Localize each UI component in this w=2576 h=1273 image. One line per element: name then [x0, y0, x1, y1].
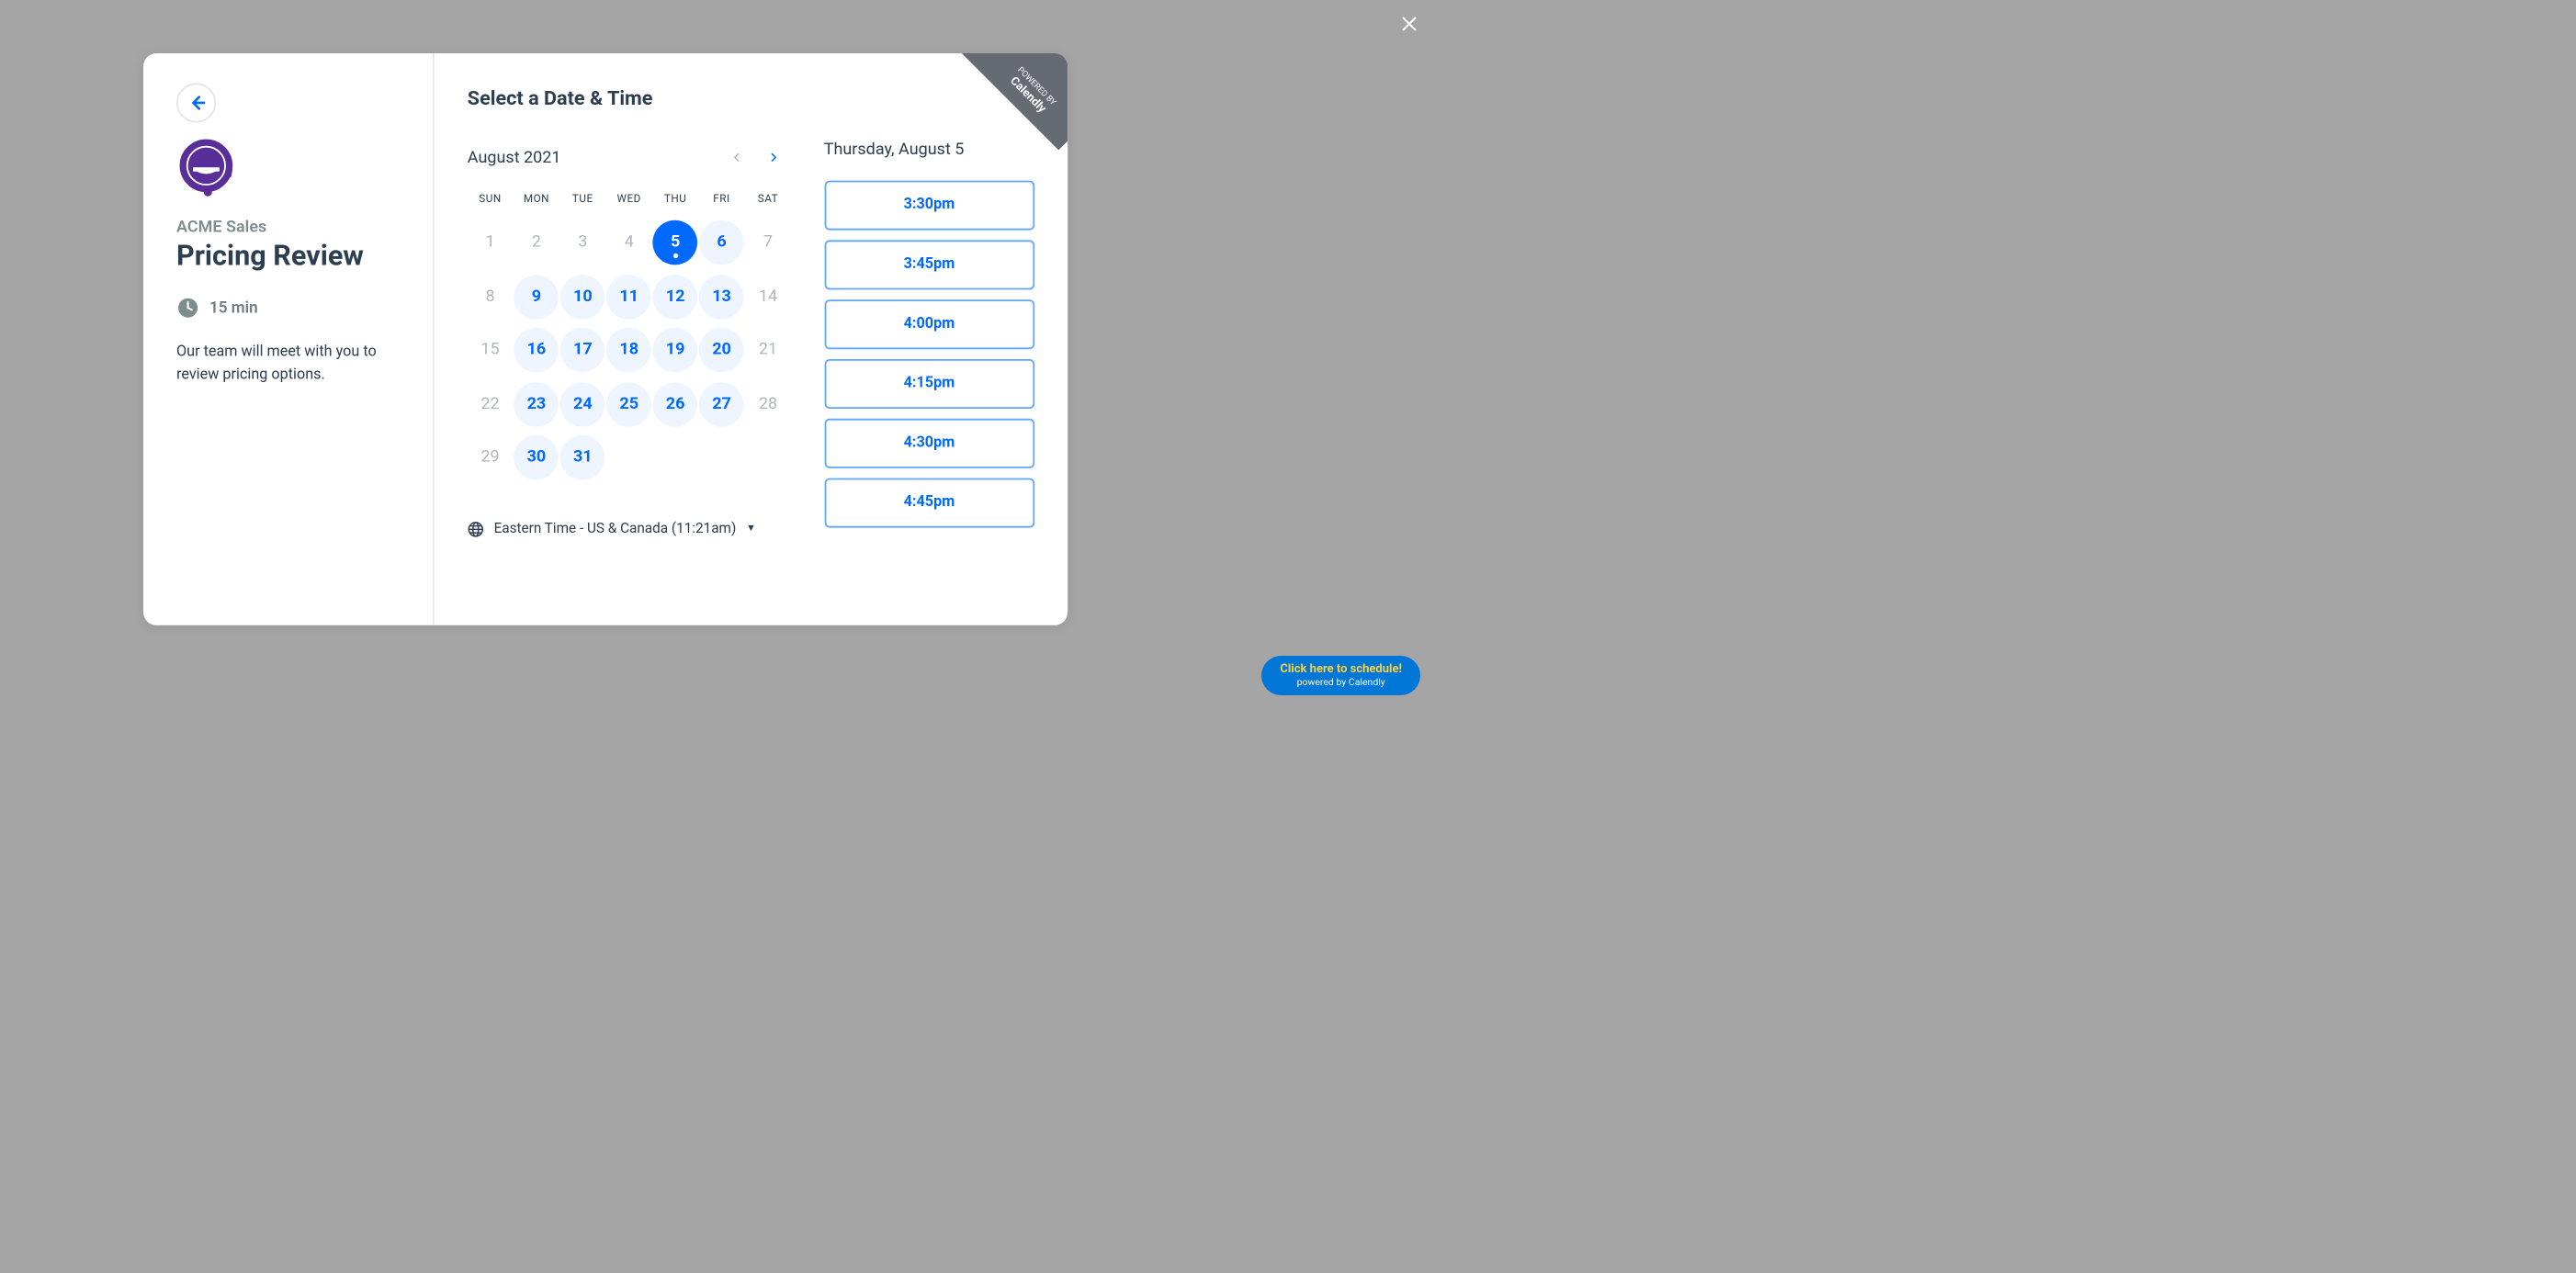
calendar-day: 4 [606, 220, 651, 265]
calendar-day[interactable]: 24 [560, 381, 605, 426]
clock-icon [176, 297, 199, 320]
calendar-day[interactable]: 11 [606, 274, 651, 319]
month-navigation: August 2021 [468, 140, 791, 176]
calendar-day: 3 [560, 220, 605, 265]
arrow-left-icon [185, 91, 208, 114]
time-slot-button[interactable]: 3:30pm [824, 181, 1035, 231]
calendar-day[interactable]: 13 [699, 274, 744, 319]
powered-by-corner[interactable]: POWERED BY Calendly [960, 53, 1068, 159]
avatar-icon [176, 136, 243, 202]
time-slots-section: Thursday, August 5 3:30pm3:45pm4:00pm4:1… [824, 86, 1035, 592]
calendar-day[interactable]: 12 [653, 274, 698, 319]
close-icon [1398, 13, 1420, 35]
chevron-left-icon [729, 151, 742, 163]
calendar-day: 7 [746, 220, 791, 265]
dow-header: THU [652, 192, 698, 215]
dow-header: TUE [560, 192, 606, 215]
timezone-selector[interactable]: Eastern Time - US & Canada (11:21am) ▼ [468, 521, 791, 537]
calendar-day[interactable]: 27 [699, 381, 744, 426]
chevron-right-icon [766, 151, 779, 163]
dow-header: WED [606, 192, 652, 215]
company-name: ACME Sales [176, 219, 400, 237]
chevron-down-icon: ▼ [746, 523, 756, 535]
duration-label: 15 min [209, 299, 258, 317]
company-avatar [176, 136, 243, 202]
calendar-day: 22 [468, 381, 513, 426]
globe-icon [468, 521, 484, 537]
time-slot-button[interactable]: 4:45pm [824, 479, 1035, 528]
calendar-day: 14 [746, 274, 791, 319]
date-time-panel: Select a Date & Time August 2021 SUNMONT… [435, 53, 1068, 625]
time-slot-button[interactable]: 4:15pm [824, 359, 1035, 409]
dow-header: FRI [699, 192, 745, 215]
event-duration: 15 min [176, 297, 400, 320]
dow-header: MON [514, 192, 559, 215]
timezone-label: Eastern Time - US & Canada (11:21am) [494, 521, 737, 537]
calendar-day: 21 [746, 328, 791, 373]
close-button[interactable] [1398, 13, 1420, 35]
panel-title: Select a Date & Time [468, 86, 791, 109]
time-slots-list: 3:30pm 3:45pm 4:00pm 4:15pm 4:30pm 4:45pm [824, 181, 1035, 528]
prev-month-button[interactable] [718, 140, 755, 176]
powered-brand: Calendly [988, 55, 1068, 135]
calendar-day: 2 [514, 220, 559, 265]
calendar-day[interactable]: 6 [699, 220, 744, 265]
calendar-day: 1 [468, 220, 513, 265]
cta-subtitle: powered by Calendly [1280, 676, 1402, 688]
time-slot-button[interactable]: 4:30pm [824, 419, 1035, 468]
calendar-day: 28 [746, 381, 791, 426]
calendar-day[interactable]: 5 [653, 220, 698, 265]
next-month-button[interactable] [754, 140, 791, 176]
calendar-day[interactable]: 25 [606, 381, 651, 426]
calendar-day[interactable]: 26 [653, 381, 698, 426]
calendar-day[interactable]: 16 [514, 328, 559, 373]
calendar-day: 29 [468, 435, 513, 480]
dow-header: SAT [745, 192, 790, 215]
calendar-day[interactable]: 10 [560, 274, 605, 319]
scheduling-modal: ACME Sales Pricing Review 15 min Our tea… [143, 53, 1068, 625]
calendar-day[interactable]: 30 [514, 435, 559, 480]
calendar-day: 8 [468, 274, 513, 319]
calendar-day: 15 [468, 328, 513, 373]
back-button[interactable] [176, 83, 216, 122]
time-slot-button[interactable]: 4:00pm [824, 299, 1035, 349]
calendar-day[interactable]: 19 [653, 328, 698, 373]
calendar-day[interactable]: 9 [514, 274, 559, 319]
event-title: Pricing Review [176, 240, 400, 273]
time-slot-button[interactable]: 3:45pm [824, 240, 1035, 289]
event-details-panel: ACME Sales Pricing Review 15 min Our tea… [143, 53, 435, 625]
cta-title: Click here to schedule! [1280, 663, 1402, 676]
event-description: Our team will meet with you to review pr… [176, 343, 400, 389]
calendar-day[interactable]: 20 [699, 328, 744, 373]
calendar-day[interactable]: 23 [514, 381, 559, 426]
calendar-day[interactable]: 17 [560, 328, 605, 373]
calendar-day[interactable]: 18 [606, 328, 651, 373]
dow-header: SUN [468, 192, 514, 215]
calendar-section: Select a Date & Time August 2021 SUNMONT… [468, 86, 791, 592]
calendar-grid: SUNMONTUEWEDTHUFRISAT1234567891011121314… [468, 192, 791, 484]
month-label: August 2021 [468, 149, 718, 167]
schedule-cta-button[interactable]: Click here to schedule! powered by Calen… [1261, 656, 1420, 695]
calendar-day[interactable]: 31 [560, 435, 605, 480]
